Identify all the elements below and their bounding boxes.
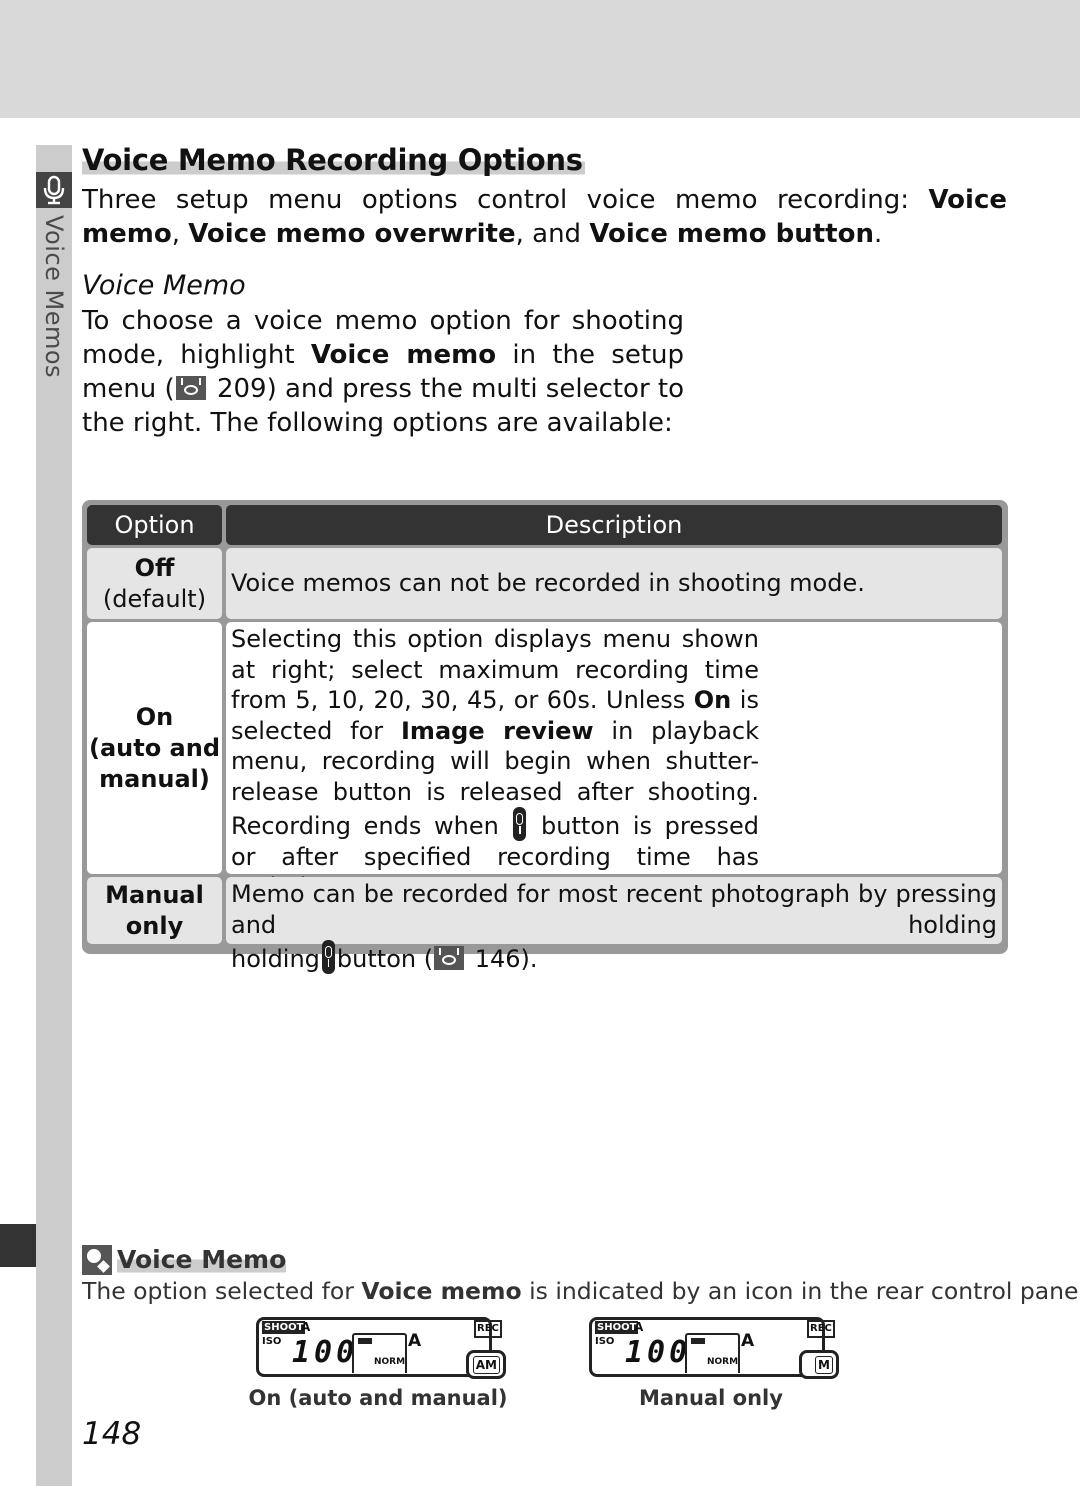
description-cell: Memo can be recorded for most recent pho… [226, 877, 1002, 974]
image-size-box [352, 1333, 407, 1373]
page-reference-icon [175, 376, 206, 400]
iso-readout: 100 [625, 1335, 692, 1370]
voice-memo-button-icon [513, 807, 527, 841]
term-voice-memo-overwrite: Voice memo overwrite [188, 219, 516, 249]
intro-paragraph: Three setup menu options control voice m… [82, 185, 1007, 249]
option-cell: Manual only [87, 877, 222, 944]
control-panel-manual-only: SHOOT A ISO 100 NORM A REC M [589, 1317, 841, 1383]
description-cell: Selecting this option displays menu show… [226, 622, 1002, 901]
voice-memo-mode-icon: AM [466, 1350, 506, 1379]
page-number: 148 [82, 1416, 142, 1452]
options-table: Option Description Off (default) Voice m… [82, 500, 1008, 974]
panel-caption: On (auto and manual) [248, 1386, 508, 1410]
description-cell: Voice memos can not be recorded in shoot… [226, 548, 1002, 619]
panel-caption: Manual only [639, 1386, 783, 1410]
table-row: Off (default) Voice memos can not be rec… [87, 548, 1002, 619]
page-reference-icon [434, 946, 465, 970]
subsection-title: Voice Memo [82, 270, 246, 301]
table-row: On (auto and manual) Selecting this opti… [87, 622, 1002, 901]
term-voice-memo-button: Voice memo button [589, 219, 874, 249]
voice-memo-mode-icon: M [799, 1350, 839, 1379]
subsection-paragraph: To choose a voice memo option for shooti… [82, 306, 685, 438]
image-size-box [685, 1333, 740, 1373]
control-panel-auto-manual: SHOOT A ISO 100 NORM A REC AM [256, 1317, 508, 1383]
table-row: Manual only Memo can be recorded for mos… [87, 877, 1002, 974]
header-band [0, 0, 1080, 118]
tip-icon [82, 1245, 112, 1275]
header-description: Description [226, 505, 1002, 545]
note-text: The option selected for Voice memo is in… [82, 1277, 1080, 1305]
rec-indicator: REC [474, 1320, 502, 1338]
header-option: Option [87, 505, 222, 545]
page-title: Voice Memo Recording Options [82, 143, 585, 177]
thumb-index-tab [0, 1224, 36, 1267]
table-header-row: Option Description [87, 505, 1002, 545]
iso-readout: 100 [292, 1335, 359, 1370]
note-title: Voice Memo [117, 1245, 287, 1274]
chapter-label: Voice Memos [40, 215, 68, 379]
rec-indicator: REC [807, 1320, 835, 1338]
microphone-icon [36, 172, 72, 208]
voice-memo-button-icon [321, 940, 335, 974]
option-cell: On (auto and manual) [87, 622, 222, 874]
option-cell: Off (default) [87, 548, 222, 619]
